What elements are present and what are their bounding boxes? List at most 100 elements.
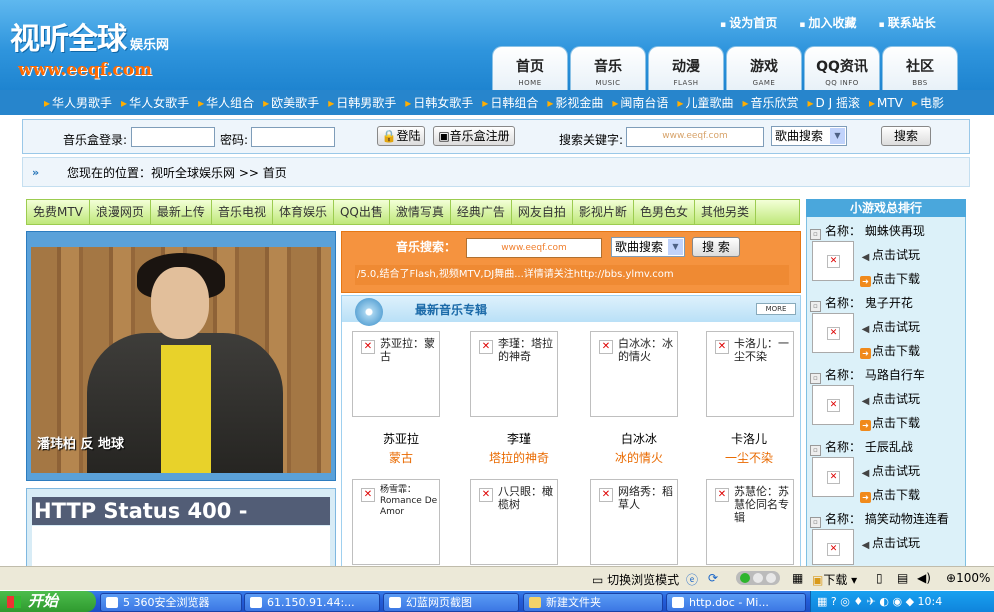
album-cover[interactable]: ✕ 苏慧伦：苏慧伦同名专辑 bbox=[706, 479, 794, 565]
username-input[interactable] bbox=[131, 127, 215, 147]
search-type-select[interactable]: 歌曲搜索 ▼ bbox=[771, 126, 847, 146]
music-search-type-select[interactable]: 歌曲搜索 ▼ bbox=[611, 237, 685, 257]
album-name[interactable]: 冰的情火 bbox=[584, 449, 694, 466]
game-thumbnail[interactable]: ✕ bbox=[812, 385, 854, 425]
taskbar-item[interactable]: 5 360安全浏览器 bbox=[100, 593, 242, 612]
category-link[interactable]: 影视金曲 bbox=[547, 96, 603, 110]
more-button[interactable]: MORE bbox=[756, 303, 796, 315]
game-name[interactable]: 马路自行车 bbox=[865, 368, 925, 382]
nav-tab-home[interactable]: 首页 HOME bbox=[492, 46, 568, 90]
album-cover[interactable]: ✕ 卡洛儿：一尘不染 bbox=[706, 331, 794, 417]
poster-image[interactable]: 潘玮柏 反 地球 bbox=[31, 247, 331, 473]
album-name[interactable]: 一尘不染 bbox=[694, 449, 804, 466]
register-button[interactable]: ▣音乐盒注册 bbox=[433, 126, 515, 146]
game-name[interactable]: 壬辰乱战 bbox=[865, 440, 913, 454]
category-link[interactable]: 日韩男歌手 bbox=[328, 96, 396, 110]
category-link[interactable]: 欧美歌手 bbox=[263, 96, 319, 110]
search-button[interactable]: 搜索 bbox=[881, 126, 931, 146]
game-download-link[interactable]: ➜ 点击下载 bbox=[860, 270, 920, 287]
album-artist[interactable]: 卡洛儿 bbox=[694, 430, 804, 447]
game-download-link[interactable]: ➜ 点击下载 bbox=[860, 342, 920, 359]
game-download-link[interactable]: ➜ 点击下载 bbox=[860, 414, 920, 431]
game-name[interactable]: 搞笑动物连连看 bbox=[865, 512, 949, 526]
game-play-link[interactable]: ◀ 点击试玩 bbox=[860, 462, 920, 479]
taskbar-item[interactable]: 61.150.91.44:... bbox=[244, 593, 380, 612]
content-menu-item[interactable]: 最新上传 bbox=[151, 200, 212, 224]
content-menu-item[interactable]: 经典广告 bbox=[451, 200, 512, 224]
album-artist[interactable]: 苏亚拉 bbox=[346, 430, 456, 447]
game-thumbnail[interactable]: ✕ bbox=[812, 529, 854, 565]
content-menu-item[interactable]: 浪漫网页 bbox=[90, 200, 151, 224]
volume-icon[interactable]: ◀) bbox=[917, 571, 931, 585]
keyword-search-input[interactable]: www.eeqf.com bbox=[626, 127, 764, 147]
album-cover[interactable]: ✕ 苏亚拉：蒙古 bbox=[352, 331, 440, 417]
content-menu-item[interactable]: 网友自拍 bbox=[512, 200, 573, 224]
album-cover[interactable]: ✕ 网络秀：稻草人 bbox=[590, 479, 678, 565]
content-menu-item[interactable]: 体育娱乐 bbox=[273, 200, 334, 224]
album-artist[interactable]: 白冰冰 bbox=[584, 430, 694, 447]
content-menu-item[interactable]: 音乐电视 bbox=[212, 200, 273, 224]
content-menu-item[interactable]: QQ出售 bbox=[334, 200, 390, 224]
scrolling-notice[interactable]: /5.0,结合了Flash,视频MTV,DJ舞曲...详情请关注http://b… bbox=[355, 265, 789, 285]
category-link[interactable]: 华人组合 bbox=[198, 96, 254, 110]
nav-tab-bbs[interactable]: 社区 BBS bbox=[882, 46, 958, 90]
print-icon[interactable]: ▤ bbox=[897, 571, 908, 585]
game-thumbnail[interactable]: ✕ bbox=[812, 313, 854, 353]
tray-icons[interactable]: ▦ ? ◎ ♦ ✈ ◐ ◉ ◆ bbox=[817, 595, 918, 608]
contact-admin-link[interactable]: 联系站长 bbox=[879, 16, 936, 30]
content-menu-item[interactable]: 色男色女 bbox=[634, 200, 695, 224]
zoom-control[interactable]: ⊕100% bbox=[946, 571, 990, 585]
page-icon[interactable]: ▯ bbox=[876, 571, 883, 585]
album-name[interactable]: 塔拉的神奇 bbox=[464, 449, 574, 466]
music-search-button[interactable]: 搜 索 bbox=[692, 237, 740, 257]
taskbar-item[interactable]: 幻蓝网页截图 bbox=[383, 593, 519, 612]
tools-icon[interactable]: ▦ bbox=[792, 571, 803, 585]
game-play-link[interactable]: ◀ 点击试玩 bbox=[860, 246, 920, 263]
game-download-link[interactable]: ➜ 点击下载 bbox=[860, 486, 920, 503]
content-menu-item[interactable]: 免费MTV bbox=[27, 200, 90, 224]
taskbar-item[interactable]: http.doc - Mi... bbox=[666, 593, 806, 612]
category-link[interactable]: 电影 bbox=[912, 96, 944, 110]
category-link[interactable]: 华人男歌手 bbox=[44, 96, 112, 110]
category-link[interactable]: 闽南台语 bbox=[612, 96, 668, 110]
category-link[interactable]: 音乐欣赏 bbox=[742, 96, 798, 110]
music-search-input[interactable]: www.eeqf.com bbox=[466, 238, 602, 258]
game-thumbnail[interactable]: ✕ bbox=[812, 241, 854, 281]
game-name[interactable]: 鬼子开花 bbox=[865, 296, 913, 310]
taskbar-item[interactable]: 新建文件夹 bbox=[523, 593, 663, 612]
category-link[interactable]: 日韩女歌手 bbox=[405, 96, 473, 110]
login-button[interactable]: 🔒登陆 bbox=[377, 126, 425, 146]
album-artist[interactable]: 李瑾 bbox=[464, 430, 574, 447]
download-manager-button[interactable]: ▣下载 ▾ bbox=[812, 571, 857, 588]
nav-tab-qq-info[interactable]: QQ资讯 QQ INFO bbox=[804, 46, 880, 90]
content-menu-item[interactable]: 影视片断 bbox=[573, 200, 634, 224]
ie-icon[interactable]: ⓔ bbox=[686, 571, 698, 588]
nav-tab-flash[interactable]: 动漫 FLASH bbox=[648, 46, 724, 90]
game-play-link[interactable]: ◀ 点击试玩 bbox=[860, 318, 920, 335]
album-cover[interactable]: ✕ 八只眼：橄榄树 bbox=[470, 479, 558, 565]
nav-tab-game[interactable]: 游戏 GAME bbox=[726, 46, 802, 90]
album-cover[interactable]: ✕ 李瑾：塔拉的神奇 bbox=[470, 331, 558, 417]
game-thumbnail[interactable]: ✕ bbox=[812, 457, 854, 497]
album-cover[interactable]: ✕ 白冰冰：冰的情火 bbox=[590, 331, 678, 417]
password-input[interactable] bbox=[251, 127, 335, 147]
category-link[interactable]: MTV bbox=[869, 96, 903, 110]
category-link[interactable]: 日韩组合 bbox=[482, 96, 538, 110]
switch-mode-button[interactable]: ▭ 切换浏览模式 bbox=[592, 571, 679, 588]
set-homepage-link[interactable]: 设为首页 bbox=[720, 16, 777, 30]
category-link[interactable]: 华人女歌手 bbox=[121, 96, 189, 110]
refresh-icon[interactable]: ⟳ bbox=[708, 571, 718, 585]
site-logo[interactable]: 视听全球 bbox=[10, 14, 127, 58]
nav-tab-music[interactable]: 音乐 MUSIC bbox=[570, 46, 646, 90]
game-play-link[interactable]: ◀ 点击试玩 bbox=[860, 534, 920, 551]
category-link[interactable]: D J 摇滚 bbox=[808, 96, 860, 110]
game-name[interactable]: 蜘蛛侠再现 bbox=[865, 224, 925, 238]
clock[interactable]: 10:4 bbox=[918, 595, 943, 608]
album-cover[interactable]: ✕ 杨雪霏：Romance De Amor bbox=[352, 479, 440, 565]
game-play-link[interactable]: ◀ 点击试玩 bbox=[860, 390, 920, 407]
add-favorite-link[interactable]: 加入收藏 bbox=[799, 16, 856, 30]
content-menu-item[interactable]: 激情写真 bbox=[390, 200, 451, 224]
album-name[interactable]: 蒙古 bbox=[346, 449, 456, 466]
category-link[interactable]: 儿童歌曲 bbox=[677, 96, 733, 110]
content-menu-item[interactable]: 其他另类 bbox=[695, 200, 756, 224]
